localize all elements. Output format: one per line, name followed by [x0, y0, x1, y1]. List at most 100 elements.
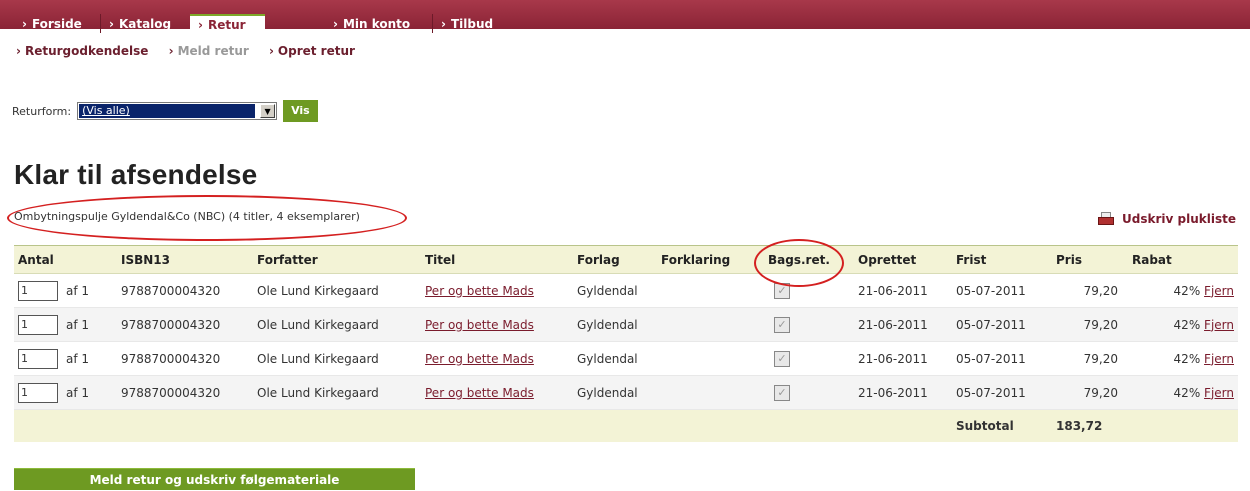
explanation-cell [657, 273, 764, 308]
remove-link[interactable]: Fjern [1204, 386, 1234, 400]
title-link[interactable]: Per og bette Mads [425, 386, 534, 400]
isbn-cell: 9788700004320 [117, 307, 253, 342]
col-isbn13: ISBN13 [117, 245, 253, 274]
return-filter: Returform: (Vis alle) ▼ Vis [12, 100, 318, 122]
table-row: 1 af 1 9788700004320 Ole Lund Kirkegaard … [14, 375, 1238, 410]
sub-navigation: › Returgodkendelse › Meld retur › Opret ret… [16, 44, 371, 58]
deadline-cell: 05-07-2011 [952, 375, 1052, 410]
tab-tilbud[interactable]: › Tilbud [432, 14, 510, 33]
returform-select[interactable]: (Vis alle) ▼ [77, 102, 278, 120]
chevron-right-icon: › [198, 18, 203, 32]
print-picklist-link[interactable]: Udskriv plukliste [1098, 212, 1236, 226]
isbn-cell: 9788700004320 [117, 341, 253, 376]
col-forlag: Forlag [573, 245, 657, 274]
filter-label: Returform: [12, 104, 72, 118]
chevron-right-icon: › [168, 44, 174, 58]
col-forklaring: Forklaring [657, 245, 764, 274]
publisher-cell: Gyldendal [573, 375, 657, 410]
tab-label: Tilbud [450, 17, 494, 31]
tab-forside[interactable]: › Forside [14, 14, 100, 33]
isbn-cell: 9788700004320 [117, 375, 253, 410]
available-count: af 1 [66, 351, 90, 366]
quantity-input[interactable]: 1 [18, 280, 58, 301]
tab-label: Retur [207, 18, 246, 32]
explanation-cell [657, 375, 764, 410]
explanation-cell [657, 341, 764, 376]
discount-value: 42% [1173, 283, 1201, 298]
quantity-input[interactable]: 1 [18, 348, 58, 369]
subnav-item-returgodkendelse[interactable]: › Returgodkendelse [16, 44, 156, 58]
quantity-input[interactable]: 1 [18, 382, 58, 403]
tab-min-konto[interactable]: › Min konto [325, 14, 431, 33]
tab-katalog[interactable]: › Katalog [100, 14, 189, 33]
title-link[interactable]: Per og bette Mads [425, 284, 534, 298]
created-cell: 21-06-2011 [854, 341, 952, 376]
author-cell: Ole Lund Kirkegaard [253, 273, 421, 308]
price-cell: 79,20 [1052, 341, 1122, 376]
subnav-item-opret-retur[interactable]: › Opret retur [269, 44, 363, 58]
col-oprettet: Oprettet [854, 245, 952, 274]
subtotal-label: Subtotal [952, 409, 1052, 442]
publisher-cell: Gyldendal [573, 307, 657, 342]
bags-ret-checkbox[interactable]: ✓ [774, 316, 790, 333]
available-count: af 1 [66, 317, 90, 332]
subnav-label: Opret retur [277, 44, 355, 58]
col-antal: Antal [14, 245, 117, 274]
col-rabat: Rabat [1122, 245, 1238, 274]
deadline-cell: 05-07-2011 [952, 273, 1052, 308]
subtotal-row: Subtotal 183,72 [14, 409, 1238, 442]
annotation-circle [7, 195, 407, 241]
quantity-input[interactable]: 1 [18, 314, 58, 335]
annotation-circle [754, 239, 844, 287]
price-cell: 79,20 [1052, 375, 1122, 410]
remove-link[interactable]: Fjern [1204, 318, 1234, 332]
publisher-cell: Gyldendal [573, 341, 657, 376]
created-cell: 21-06-2011 [854, 375, 952, 410]
subnav-label: Returgodkendelse [24, 44, 149, 58]
table-row: 1 af 1 9788700004320 Ole Lund Kirkegaard … [14, 273, 1238, 308]
author-cell: Ole Lund Kirkegaard [253, 307, 421, 342]
deadline-cell: 05-07-2011 [952, 307, 1052, 342]
price-cell: 79,20 [1052, 273, 1122, 308]
created-cell: 21-06-2011 [854, 307, 952, 342]
col-forfatter: Forfatter [253, 245, 421, 274]
author-cell: Ole Lund Kirkegaard [253, 375, 421, 410]
chevron-right-icon: › [16, 44, 21, 58]
tab-label: Min konto [342, 17, 411, 31]
chevron-right-icon: › [268, 44, 274, 58]
discount-value: 42% [1173, 385, 1201, 400]
isbn-cell: 9788700004320 [117, 273, 253, 308]
publisher-cell: Gyldendal [573, 273, 657, 308]
chevron-right-icon: › [333, 17, 338, 31]
chevron-right-icon: › [441, 17, 446, 31]
available-count: af 1 [66, 283, 90, 298]
bags-ret-checkbox[interactable]: ✓ [774, 350, 790, 367]
table-row: 1 af 1 9788700004320 Ole Lund Kirkegaard … [14, 307, 1238, 342]
table-row: 1 af 1 9788700004320 Ole Lund Kirkegaard … [14, 341, 1238, 376]
remove-link[interactable]: Fjern [1204, 284, 1234, 298]
explanation-cell [657, 307, 764, 342]
chevron-right-icon: › [22, 17, 27, 31]
return-table: Antal ISBN13 Forfatter Titel Forlag Fork… [14, 245, 1238, 442]
available-count: af 1 [66, 385, 90, 400]
price-cell: 79,20 [1052, 307, 1122, 342]
title-link[interactable]: Per og bette Mads [425, 318, 534, 332]
col-titel: Titel [421, 245, 573, 274]
table-header-row: Antal ISBN13 Forfatter Titel Forlag Fork… [14, 245, 1238, 274]
subtotal-value: 183,72 [1052, 409, 1122, 442]
col-pris: Pris [1052, 245, 1122, 274]
vis-button[interactable]: Vis [283, 100, 318, 122]
dropdown-arrow-icon[interactable]: ▼ [260, 104, 276, 118]
deadline-cell: 05-07-2011 [952, 341, 1052, 376]
tab-label: Katalog [118, 17, 172, 31]
subnav-item-meld-retur[interactable]: › Meld retur [169, 44, 257, 58]
bags-ret-checkbox[interactable]: ✓ [774, 384, 790, 401]
discount-value: 42% [1173, 317, 1201, 332]
col-frist: Frist [952, 245, 1052, 274]
page-title: Klar til afsendelse [14, 159, 258, 190]
remove-link[interactable]: Fjern [1204, 352, 1234, 366]
select-value: (Vis alle) [79, 104, 256, 118]
chevron-right-icon: › [109, 17, 114, 31]
tab-retur[interactable]: › Retur [190, 14, 265, 36]
title-link[interactable]: Per og bette Mads [425, 352, 534, 366]
